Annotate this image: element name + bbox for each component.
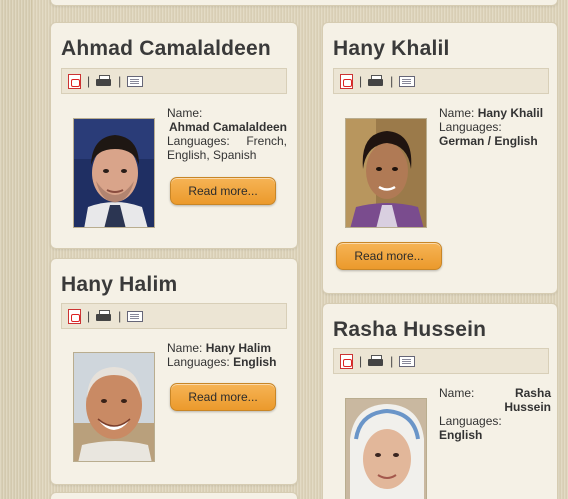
languages-value: German / English xyxy=(439,134,538,148)
card-title[interactable]: Ahmad Camalaldeen xyxy=(61,37,271,61)
toolbar-separator: | xyxy=(87,309,91,323)
toolbar-separator: | xyxy=(359,74,363,88)
languages-row: Languages: English xyxy=(439,414,551,442)
email-icon[interactable] xyxy=(127,310,144,322)
profile-photo xyxy=(73,118,155,228)
name-value: Hany Halim xyxy=(205,341,272,355)
email-icon[interactable] xyxy=(399,75,416,87)
name-row: Name: Hany Halim xyxy=(167,341,287,355)
card-partial-bottom xyxy=(50,492,298,499)
card-hany-halim: Hany Halim | | Name: Hany Halim Language… xyxy=(50,258,298,485)
toolbar-separator: | xyxy=(390,354,394,368)
profile-photo xyxy=(345,398,427,499)
languages-row: Languages: German / English xyxy=(439,120,551,148)
email-icon[interactable] xyxy=(127,75,144,87)
toolbar-separator: | xyxy=(118,309,122,323)
card-partial-top xyxy=(50,0,558,6)
card-toolbar: | | xyxy=(61,303,287,329)
card-info: Name: Hany Halim Languages: English xyxy=(167,341,287,369)
pdf-icon[interactable] xyxy=(68,73,81,89)
card-toolbar: | | xyxy=(333,68,549,94)
name-label: Name: xyxy=(439,106,475,120)
pdf-icon[interactable] xyxy=(340,73,353,89)
name-value: Rasha Hussein xyxy=(504,386,551,414)
card-rasha-hussein: Rasha Hussein | | Name: Rasha Hussein La… xyxy=(322,303,558,499)
languages-value: English xyxy=(233,355,277,369)
languages-row: Languages: French, English, Spanish xyxy=(167,134,287,162)
profile-photo xyxy=(73,352,155,462)
card-title[interactable]: Hany Khalil xyxy=(333,37,450,61)
card-toolbar: | | xyxy=(61,68,287,94)
card-ahmad-camalaldeen: Ahmad Camalaldeen | | Name: Ahmad Camala… xyxy=(50,22,298,249)
name-row: Name: Ahmad Camalaldeen xyxy=(167,106,287,134)
card-info: Name: Rasha Hussein Languages: English xyxy=(439,386,551,442)
email-icon[interactable] xyxy=(399,355,416,367)
languages-row: Languages: English xyxy=(167,355,287,369)
name-value: Hany Khalil xyxy=(477,106,544,120)
name-label: Name: xyxy=(439,386,475,400)
card-hany-khalil: Hany Khalil | | Name: Hany Khalil Langua… xyxy=(322,22,558,294)
print-icon[interactable] xyxy=(368,75,384,87)
card-title[interactable]: Rasha Hussein xyxy=(333,318,486,342)
name-row: Name: Hany Khalil xyxy=(439,106,551,120)
card-toolbar: | | xyxy=(333,348,549,374)
name-label: Name: xyxy=(167,106,203,120)
print-icon[interactable] xyxy=(96,75,112,87)
languages-label: Languages: xyxy=(167,134,230,148)
read-more-button[interactable]: Read more... xyxy=(170,383,276,411)
read-more-button[interactable]: Read more... xyxy=(170,177,276,205)
read-more-button[interactable]: Read more... xyxy=(336,242,442,270)
profile-photo xyxy=(345,118,427,228)
left-margin-strip xyxy=(0,0,32,499)
languages-value: English xyxy=(439,428,483,442)
toolbar-separator: | xyxy=(359,354,363,368)
toolbar-separator: | xyxy=(87,74,91,88)
print-icon[interactable] xyxy=(96,310,112,322)
languages-label: Languages: xyxy=(439,414,502,428)
pdf-icon[interactable] xyxy=(68,308,81,324)
name-label: Name: xyxy=(167,341,203,355)
languages-label: Languages: xyxy=(439,120,502,134)
name-value: Ahmad Camalaldeen xyxy=(168,120,287,134)
pdf-icon[interactable] xyxy=(340,353,353,369)
card-info: Name: Ahmad Camalaldeen Languages: Frenc… xyxy=(167,106,287,162)
toolbar-separator: | xyxy=(118,74,122,88)
name-row: Name: Rasha Hussein xyxy=(439,386,551,414)
print-icon[interactable] xyxy=(368,355,384,367)
card-info: Name: Hany Khalil Languages: German / En… xyxy=(439,106,551,148)
card-title[interactable]: Hany Halim xyxy=(61,273,177,297)
languages-label: Languages: xyxy=(167,355,230,369)
toolbar-separator: | xyxy=(390,74,394,88)
